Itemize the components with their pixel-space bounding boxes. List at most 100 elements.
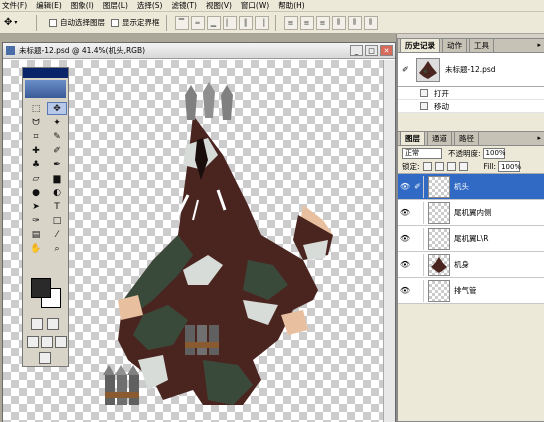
standard-mode-button[interactable]	[31, 318, 43, 330]
align-hcenter-button[interactable]: ║	[238, 15, 253, 30]
hand-tool[interactable]: ✋	[26, 242, 46, 255]
align-top-button[interactable]: ▔	[174, 15, 189, 30]
history-step[interactable]: 打开	[398, 87, 544, 100]
menu-edit[interactable]: 编辑(E)	[36, 0, 62, 11]
screen-mode-button[interactable]	[27, 336, 39, 348]
eye-icon[interactable]: 👁	[398, 286, 412, 295]
layer-row[interactable]: 👁 尾机翼L\R	[398, 226, 544, 252]
shape-icon: □	[52, 215, 62, 226]
blend-mode-select[interactable]: 正常	[402, 147, 442, 159]
layer-row[interactable]: 👁 机身	[398, 252, 544, 278]
maximize-button[interactable]: □	[365, 45, 378, 56]
lock-transparency-button[interactable]	[422, 162, 432, 171]
document-titlebar[interactable]: 未标题-12.psd @ 41.4%(机头,RGB) _ □ ✕	[3, 43, 395, 59]
magic-wand-tool[interactable]: ✦	[47, 116, 67, 129]
menu-filter[interactable]: 滤镜(T)	[172, 0, 197, 11]
lock-image-button[interactable]	[434, 162, 444, 171]
align-left-button[interactable]: ▏	[222, 15, 237, 30]
divider	[36, 14, 37, 31]
checkbox-box[interactable]	[49, 18, 57, 27]
healing-tool[interactable]: ✚	[26, 144, 46, 157]
screen-mode-black-button[interactable]	[55, 336, 67, 348]
shape-tool[interactable]: □	[47, 214, 67, 227]
menu-file[interactable]: 文件(F)	[2, 0, 27, 11]
link-slot[interactable]	[412, 253, 424, 276]
tab-actions[interactable]: 动作	[442, 38, 467, 52]
distribute-top-button[interactable]: ≡	[283, 15, 298, 30]
menu-layer[interactable]: 图层(L)	[103, 0, 128, 11]
jump-to-imageready-button[interactable]	[39, 352, 51, 364]
marquee-tool[interactable]: ⬚	[26, 102, 46, 115]
link-slot[interactable]	[412, 279, 424, 302]
distribute-right-button[interactable]: ⫼	[363, 15, 378, 30]
menu-image[interactable]: 图象(I)	[71, 0, 94, 11]
tab-tools[interactable]: 工具	[469, 38, 494, 52]
show-bounding-box-checkbox[interactable]: 显示定界框	[111, 17, 160, 28]
quickmask-mode-button[interactable]	[47, 318, 59, 330]
tab-channels[interactable]: 通道	[427, 131, 452, 145]
type-tool[interactable]: T	[47, 200, 67, 213]
layer-row[interactable]: 👁 ✐ 机头	[398, 174, 544, 200]
stamp-tool[interactable]: ♣	[26, 158, 46, 171]
align-bottom-button[interactable]: ▁	[206, 15, 221, 30]
eyedropper-tool[interactable]: ⁄	[47, 228, 67, 241]
tab-history[interactable]: 历史记录	[400, 38, 440, 52]
auto-select-layer-checkbox[interactable]: 自动选择图层	[49, 17, 105, 28]
distribute-vcenter-button[interactable]: ≡	[299, 15, 314, 30]
menu-help[interactable]: 帮助(H)	[278, 0, 305, 11]
toolbox-titlebar[interactable]	[23, 68, 68, 78]
minimize-button[interactable]: _	[350, 45, 363, 56]
slice-tool[interactable]: ✎	[47, 130, 67, 143]
zoom-tool[interactable]: ⌕	[47, 242, 67, 255]
layer-row[interactable]: 👁 排气管	[398, 278, 544, 304]
align-vcenter-button[interactable]: ═	[190, 15, 205, 30]
vertical-scrollbar[interactable]	[383, 60, 395, 422]
history-snapshot[interactable]: ✐ 未标题-12.psd	[398, 53, 544, 87]
gradient-tool[interactable]: ▆	[47, 172, 67, 185]
lock-position-button[interactable]	[446, 162, 456, 171]
opacity-input[interactable]: 100%	[482, 147, 506, 159]
dodge-icon: ◐	[53, 187, 61, 198]
lock-all-button[interactable]	[458, 162, 468, 171]
distribute-left-button[interactable]: ⫼	[331, 15, 346, 30]
move-tool[interactable]: ✥	[47, 102, 67, 115]
layer-row[interactable]: 👁 尾机翼内侧	[398, 200, 544, 226]
distribute-bottom-button[interactable]: ≡	[315, 15, 330, 30]
distribute-hcenter-button[interactable]: ⫼	[347, 15, 362, 30]
lasso-tool[interactable]: ᗢ	[26, 116, 46, 129]
link-slot[interactable]	[412, 227, 424, 250]
eye-icon[interactable]: 👁	[398, 260, 412, 269]
menu-window[interactable]: 窗口(W)	[241, 0, 269, 11]
align-right-button[interactable]: ▕	[254, 15, 269, 30]
notes-icon: ▤	[31, 229, 41, 240]
eye-icon[interactable]: 👁	[398, 234, 412, 243]
dodge-tool[interactable]: ◐	[47, 186, 67, 199]
tab-paths[interactable]: 路径	[454, 131, 479, 145]
eye-icon[interactable]: 👁	[398, 208, 412, 217]
move-tool-preset[interactable]: ✥ ▾	[4, 15, 30, 31]
photoshop-logo	[25, 80, 66, 98]
eraser-tool[interactable]: ▱	[26, 172, 46, 185]
link-slot[interactable]	[412, 201, 424, 224]
screen-mode-full-button[interactable]	[41, 336, 53, 348]
pen-tool[interactable]: ✑	[26, 214, 46, 227]
panel-menu-icon[interactable]: ▸	[537, 41, 541, 49]
fill-input[interactable]: 100%	[498, 161, 521, 172]
foreground-color-swatch[interactable]	[31, 278, 51, 298]
notes-tool[interactable]: ▤	[26, 228, 46, 241]
tab-layers[interactable]: 图层	[400, 131, 425, 145]
history-brush-tool[interactable]: ✒	[47, 158, 67, 171]
crop-tool[interactable]: ⌗	[26, 130, 46, 143]
eye-icon[interactable]: 👁	[398, 182, 412, 191]
brush-icon: ✐	[53, 145, 61, 156]
history-step[interactable]: 移动	[398, 100, 544, 113]
brush-tool[interactable]: ✐	[47, 144, 67, 157]
align-vcenter-icon: ═	[195, 18, 200, 27]
checkbox-box[interactable]	[111, 18, 119, 27]
blur-tool[interactable]: ●	[26, 186, 46, 199]
close-button[interactable]: ✕	[380, 45, 393, 56]
menu-view[interactable]: 视图(V)	[206, 0, 232, 11]
path-select-tool[interactable]: ➤	[26, 200, 46, 213]
panel-menu-icon[interactable]: ▸	[537, 134, 541, 142]
menu-select[interactable]: 选择(S)	[137, 0, 163, 11]
